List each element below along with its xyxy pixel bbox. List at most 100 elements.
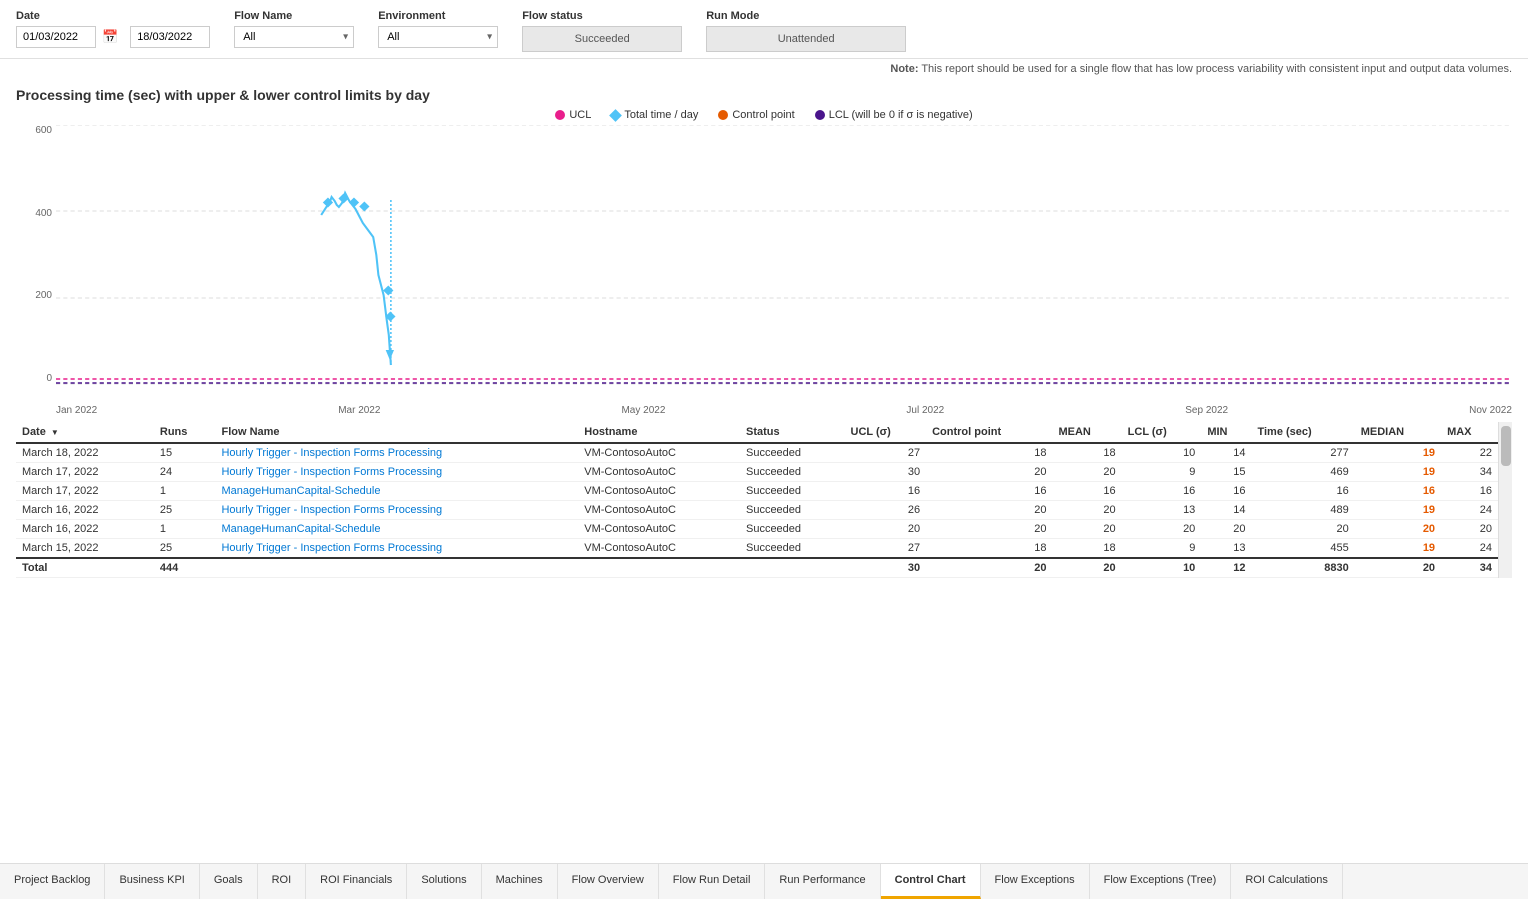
total-lcl: 10	[1122, 558, 1202, 578]
tab-flow-overview[interactable]: Flow Overview	[558, 864, 659, 899]
table-row: March 18, 2022 15 Hourly Trigger - Inspe…	[16, 443, 1498, 463]
flow-name-link[interactable]: ManageHumanCapital-Schedule	[221, 485, 380, 497]
tab-run-performance[interactable]: Run Performance	[765, 864, 880, 899]
tab-roi[interactable]: ROI	[258, 864, 307, 899]
table-row: March 16, 2022 1 ManageHumanCapital-Sche…	[16, 520, 1498, 539]
flow-name-link[interactable]: Hourly Trigger - Inspection Forms Proces…	[221, 504, 442, 516]
date-from-input[interactable]	[16, 26, 96, 48]
chart-svg	[56, 125, 1512, 385]
cell-max: 34	[1441, 463, 1498, 482]
cell-lcl: 9	[1122, 463, 1202, 482]
y-label-600: 600	[16, 125, 52, 136]
cell-runs: 1	[154, 482, 216, 501]
tab-solutions[interactable]: Solutions	[407, 864, 481, 899]
col-header-ucl: UCL (σ)	[845, 422, 927, 443]
tab-roi-financials[interactable]: ROI Financials	[306, 864, 407, 899]
cell-status: Succeeded	[740, 443, 845, 463]
run-mode-button[interactable]: Unattended	[706, 26, 906, 52]
date-to-input[interactable]	[130, 26, 210, 48]
tab-machines[interactable]: Machines	[482, 864, 558, 899]
date-label: Date	[16, 10, 210, 22]
legend-total-time: Total time / day	[611, 109, 698, 121]
tab-flow-run-detail[interactable]: Flow Run Detail	[659, 864, 766, 899]
x-label-sep2022: Sep 2022	[1185, 405, 1228, 416]
tab-goals[interactable]: Goals	[200, 864, 258, 899]
cell-flow-name: Hourly Trigger - Inspection Forms Proces…	[215, 443, 578, 463]
y-label-400: 400	[16, 208, 52, 219]
y-label-200: 200	[16, 290, 52, 301]
col-header-median: MEDIAN	[1355, 422, 1441, 443]
cell-control-point: 16	[926, 482, 1052, 501]
total-runs: 444	[154, 558, 216, 578]
table-row: March 17, 2022 24 Hourly Trigger - Inspe…	[16, 463, 1498, 482]
col-header-status: Status	[740, 422, 845, 443]
flow-name-filter-group: Flow Name All	[234, 10, 354, 48]
x-label-mar2022: Mar 2022	[338, 405, 380, 416]
cell-date: March 17, 2022	[16, 463, 154, 482]
cell-time-sec: 277	[1251, 443, 1354, 463]
flow-name-link[interactable]: ManageHumanCapital-Schedule	[221, 523, 380, 535]
vertical-scrollbar[interactable]	[1498, 422, 1512, 578]
scrollbar-thumb[interactable]	[1501, 426, 1511, 466]
flow-name-select[interactable]: All	[234, 26, 354, 48]
y-axis: 600 400 200 0	[16, 125, 56, 420]
flow-status-filter-group: Flow status Succeeded	[522, 10, 682, 52]
tab-business-kpi[interactable]: Business KPI	[105, 864, 199, 899]
tab-control-chart[interactable]: Control Chart	[881, 864, 981, 899]
cell-ucl: 27	[845, 539, 927, 559]
flow-name-link[interactable]: Hourly Trigger - Inspection Forms Proces…	[221, 447, 442, 459]
run-mode-label: Run Mode	[706, 10, 906, 22]
tab-project-backlog[interactable]: Project Backlog	[0, 864, 105, 899]
cell-lcl: 20	[1122, 520, 1202, 539]
cell-min: 20	[1201, 520, 1251, 539]
tab-roi-calculations[interactable]: ROI Calculations	[1231, 864, 1343, 899]
cell-hostname: VM-ContosoAutoC	[578, 539, 740, 559]
cell-date: March 16, 2022	[16, 501, 154, 520]
col-header-min: MIN	[1201, 422, 1251, 443]
cell-hostname: VM-ContosoAutoC	[578, 520, 740, 539]
flow-name-link[interactable]: Hourly Trigger - Inspection Forms Proces…	[221, 466, 442, 478]
tab-flow-exceptions[interactable]: Flow Exceptions	[981, 864, 1090, 899]
cell-min: 14	[1201, 443, 1251, 463]
x-label-nov2022: Nov 2022	[1469, 405, 1512, 416]
cell-runs: 25	[154, 501, 216, 520]
cell-min: 14	[1201, 501, 1251, 520]
cell-date: March 16, 2022	[16, 520, 154, 539]
flow-name-link[interactable]: Hourly Trigger - Inspection Forms Proces…	[221, 542, 442, 554]
cell-max: 16	[1441, 482, 1498, 501]
table-scroll-area: Date ▼ Runs Flow Name Hostname Status UC…	[16, 422, 1498, 578]
note-prefix: Note:	[890, 63, 918, 75]
flow-name-label: Flow Name	[234, 10, 354, 22]
cell-runs: 1	[154, 520, 216, 539]
lcl-legend-dot	[815, 110, 825, 120]
calendar-icon[interactable]: 📅	[102, 29, 118, 45]
col-header-date: Date ▼	[16, 422, 154, 443]
cell-min: 15	[1201, 463, 1251, 482]
cell-control-point: 18	[926, 443, 1052, 463]
cell-status: Succeeded	[740, 463, 845, 482]
table-wrapper: Date ▼ Runs Flow Name Hostname Status UC…	[16, 422, 1512, 578]
chart-legend: UCL Total time / day Control point LCL (…	[16, 109, 1512, 121]
note-bar: Note: This report should be used for a s…	[0, 59, 1528, 79]
cell-control-point: 20	[926, 463, 1052, 482]
cell-ucl: 26	[845, 501, 927, 520]
flow-status-button[interactable]: Succeeded	[522, 26, 682, 52]
environment-select[interactable]: All	[378, 26, 498, 48]
tab-flow-exceptions-tree[interactable]: Flow Exceptions (Tree)	[1090, 864, 1232, 899]
col-header-lcl: LCL (σ)	[1122, 422, 1202, 443]
control-point-legend-dot	[718, 110, 728, 120]
data-table: Date ▼ Runs Flow Name Hostname Status UC…	[16, 422, 1498, 578]
cell-ucl: 16	[845, 482, 927, 501]
total-mean: 20	[1052, 558, 1121, 578]
cell-min: 16	[1201, 482, 1251, 501]
cell-lcl: 10	[1122, 443, 1202, 463]
cell-median: 19	[1355, 501, 1441, 520]
cell-time-sec: 489	[1251, 501, 1354, 520]
total-ucl: 30	[845, 558, 927, 578]
total-status	[740, 558, 845, 578]
total-time-legend-diamond	[609, 109, 622, 122]
cell-date: March 17, 2022	[16, 482, 154, 501]
x-label-may2022: May 2022	[621, 405, 665, 416]
col-header-control-point: Control point	[926, 422, 1052, 443]
environment-label: Environment	[378, 10, 498, 22]
